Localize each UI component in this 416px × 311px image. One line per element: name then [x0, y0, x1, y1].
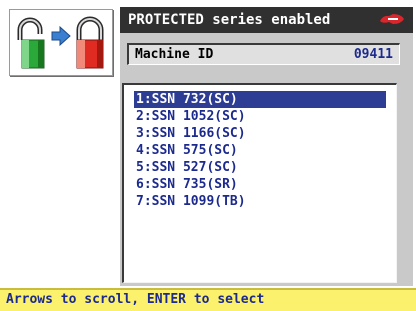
- title-bar: PROTECTED series enabled: [120, 7, 413, 33]
- content-panel: Machine ID 09411 1:SSN 732(SC) 2:SSN 105…: [120, 33, 413, 286]
- machine-id-field: Machine ID 09411: [127, 43, 400, 65]
- locked-padlock-icon: [76, 16, 104, 69]
- page-title: PROTECTED series enabled: [128, 12, 331, 28]
- series-item-5[interactable]: 5:SSN 527(SC): [134, 159, 386, 176]
- status-bar: Arrows to scroll, ENTER to select: [0, 288, 416, 311]
- machine-screen: PROTECTED series enabled Machine ID 0941…: [0, 0, 416, 311]
- series-item-7[interactable]: 7:SSN 1099(TB): [134, 193, 386, 210]
- series-item-6[interactable]: 6:SSN 735(SR): [134, 176, 386, 193]
- machine-id-label: Machine ID: [135, 47, 214, 62]
- right-arrow-icon: [51, 25, 71, 47]
- series-item-4[interactable]: 4:SSN 575(SC): [134, 142, 386, 159]
- protection-icon-box: [9, 9, 113, 76]
- series-item-3[interactable]: 3:SSN 1166(SC): [134, 125, 386, 142]
- series-item-2[interactable]: 2:SSN 1052(SC): [134, 108, 386, 125]
- series-list-box[interactable]: 1:SSN 732(SC) 2:SSN 1052(SC) 3:SSN 1166(…: [122, 83, 397, 283]
- machine-id-value: 09411: [353, 47, 393, 62]
- unlocked-padlock-icon: [17, 17, 45, 69]
- silca-logo-icon: [380, 14, 404, 24]
- lock-transition-graphic: [17, 16, 104, 69]
- series-item-1[interactable]: 1:SSN 732(SC): [134, 91, 386, 108]
- status-hint-text: Arrows to scroll, ENTER to select: [6, 292, 265, 307]
- series-list[interactable]: 1:SSN 732(SC) 2:SSN 1052(SC) 3:SSN 1166(…: [134, 91, 386, 210]
